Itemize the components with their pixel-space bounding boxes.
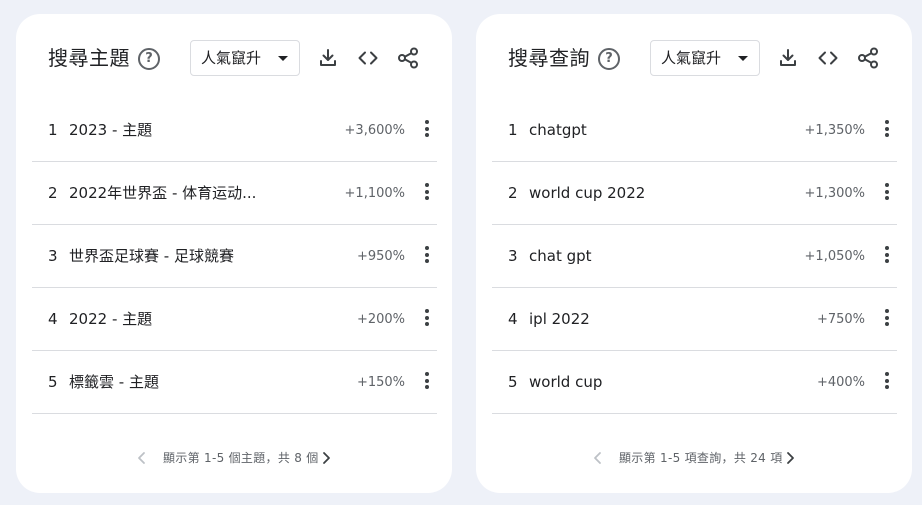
sort-dropdown-value: 人氣竄升 <box>201 49 262 67</box>
row-label: chatgpt <box>529 121 587 139</box>
row-value: +950% <box>356 249 405 264</box>
more-vert-icon[interactable] <box>423 120 431 140</box>
row-value: +1,100% <box>344 186 405 201</box>
list-item[interactable]: 2 2022年世界盃 - 体育运动... +1,100% <box>32 162 437 225</box>
panel-header: 搜尋查詢 ? 人氣竄升 <box>476 40 912 76</box>
related-topics-panel: 搜尋主題 ? 人氣竄升 1 2023 - 主題 +3,600% 2 2022年世… <box>16 14 452 493</box>
row-value: +200% <box>356 312 405 327</box>
row-label: 2023 - 主題 <box>69 121 153 139</box>
row-rank: 5 <box>508 373 518 391</box>
related-queries-panel: 搜尋查詢 ? 人氣竄升 1 chatgpt +1,350% 2 world cu… <box>476 14 912 493</box>
more-vert-icon[interactable] <box>883 309 891 329</box>
caret-down-icon <box>278 56 288 61</box>
chevron-left-icon[interactable] <box>590 450 606 466</box>
row-label: 2022年世界盃 - 体育运动... <box>69 184 257 202</box>
row-value: +3,600% <box>344 123 405 138</box>
pagination: 顯示第 1-5 項查詢，共 24 項 <box>476 448 912 468</box>
row-rank: 4 <box>48 310 58 328</box>
row-label: 世界盃足球賽 - 足球競賽 <box>69 247 234 265</box>
list-item[interactable]: 5 world cup +400% <box>492 351 897 414</box>
list-item[interactable]: 4 2022 - 主題 +200% <box>32 288 437 351</box>
row-value: +150% <box>356 375 405 390</box>
code-icon[interactable] <box>354 44 382 72</box>
row-rank: 5 <box>48 373 58 391</box>
chevron-right-icon[interactable] <box>782 450 798 466</box>
row-rank: 4 <box>508 310 518 328</box>
download-icon[interactable] <box>314 44 342 72</box>
row-value: +1,350% <box>804 123 865 138</box>
list-item[interactable]: 5 標籤雲 - 主題 +150% <box>32 351 437 414</box>
row-label: chat gpt <box>529 247 592 265</box>
row-rank: 3 <box>48 247 58 265</box>
pagination-text: 顯示第 1-5 個主題，共 8 個 <box>163 451 319 465</box>
list-item[interactable]: 4 ipl 2022 +750% <box>492 288 897 351</box>
row-rank: 1 <box>48 121 58 139</box>
more-vert-icon[interactable] <box>883 246 891 266</box>
row-label: 標籤雲 - 主題 <box>69 373 159 391</box>
list-item[interactable]: 3 世界盃足球賽 - 足球競賽 +950% <box>32 225 437 288</box>
sort-dropdown[interactable]: 人氣竄升 <box>190 40 300 76</box>
list-item[interactable]: 3 chat gpt +1,050% <box>492 225 897 288</box>
more-vert-icon[interactable] <box>423 246 431 266</box>
caret-down-icon <box>738 56 748 61</box>
help-icon[interactable]: ? <box>138 48 160 70</box>
panel-title: 搜尋主題 <box>48 46 130 70</box>
row-value: +1,050% <box>804 249 865 264</box>
share-icon[interactable] <box>394 44 422 72</box>
pagination: 顯示第 1-5 個主題，共 8 個 <box>16 448 452 468</box>
chevron-left-icon[interactable] <box>134 450 150 466</box>
more-vert-icon[interactable] <box>883 372 891 392</box>
download-icon[interactable] <box>774 44 802 72</box>
row-rank: 1 <box>508 121 518 139</box>
row-label: ipl 2022 <box>529 310 590 328</box>
chevron-right-icon[interactable] <box>318 450 334 466</box>
help-icon[interactable]: ? <box>598 48 620 70</box>
queries-list: 1 chatgpt +1,350% 2 world cup 2022 +1,30… <box>492 99 897 414</box>
row-value: +1,300% <box>804 186 865 201</box>
row-label: 2022 - 主題 <box>69 310 153 328</box>
more-vert-icon[interactable] <box>423 372 431 392</box>
panel-title: 搜尋查詢 <box>508 46 590 70</box>
share-icon[interactable] <box>854 44 882 72</box>
row-value: +400% <box>816 375 865 390</box>
more-vert-icon[interactable] <box>883 120 891 140</box>
topics-list: 1 2023 - 主題 +3,600% 2 2022年世界盃 - 体育运动...… <box>32 99 437 414</box>
row-label: world cup 2022 <box>529 184 646 202</box>
panel-header: 搜尋主題 ? 人氣竄升 <box>16 40 452 76</box>
list-item[interactable]: 1 chatgpt +1,350% <box>492 99 897 162</box>
list-item[interactable]: 2 world cup 2022 +1,300% <box>492 162 897 225</box>
row-value: +750% <box>816 312 865 327</box>
sort-dropdown-value: 人氣竄升 <box>661 49 722 67</box>
code-icon[interactable] <box>814 44 842 72</box>
list-item[interactable]: 1 2023 - 主題 +3,600% <box>32 99 437 162</box>
row-rank: 2 <box>48 184 58 202</box>
row-label: world cup <box>529 373 603 391</box>
row-rank: 2 <box>508 184 518 202</box>
pagination-text: 顯示第 1-5 項查詢，共 24 項 <box>619 451 783 465</box>
more-vert-icon[interactable] <box>423 309 431 329</box>
sort-dropdown[interactable]: 人氣竄升 <box>650 40 760 76</box>
more-vert-icon[interactable] <box>883 183 891 203</box>
row-rank: 3 <box>508 247 518 265</box>
more-vert-icon[interactable] <box>423 183 431 203</box>
